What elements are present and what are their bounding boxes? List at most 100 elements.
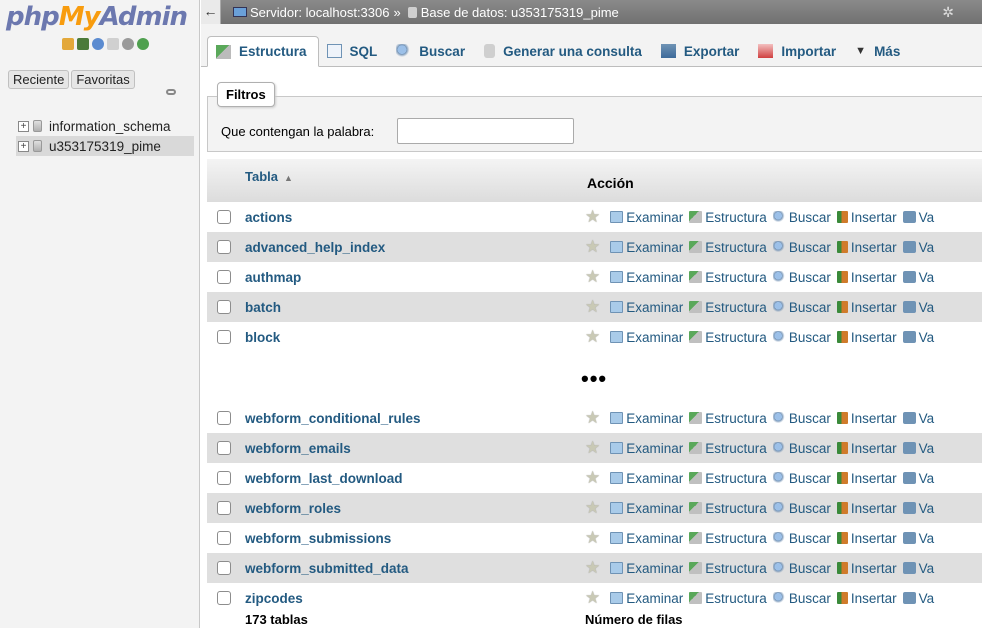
- empty-action[interactable]: Va: [902, 441, 934, 456]
- row-checkbox[interactable]: [217, 501, 231, 515]
- table-name-link[interactable]: advanced_help_index: [245, 240, 385, 255]
- insert-action[interactable]: Insertar: [836, 240, 897, 255]
- insert-action[interactable]: Insertar: [836, 471, 897, 486]
- structure-action[interactable]: Estructura: [689, 501, 767, 516]
- favorite-star-icon[interactable]: ★: [585, 237, 600, 257]
- tab-sql[interactable]: SQL: [319, 36, 389, 66]
- expand-icon[interactable]: +: [18, 120, 29, 132]
- table-name-link[interactable]: actions: [245, 210, 292, 225]
- favorite-star-icon[interactable]: ★: [585, 207, 600, 227]
- browse-action[interactable]: Examinar: [610, 270, 683, 285]
- favorite-star-icon[interactable]: ★: [585, 558, 600, 578]
- search-action[interactable]: Buscar: [772, 240, 831, 255]
- info-icon[interactable]: [92, 38, 104, 50]
- db-name[interactable]: u353175319_pime: [49, 139, 161, 154]
- insert-action[interactable]: Insertar: [836, 270, 897, 285]
- search-action[interactable]: Buscar: [772, 330, 831, 345]
- table-name-link[interactable]: block: [245, 330, 280, 345]
- db-item-information-schema[interactable]: + information_schema: [18, 116, 171, 136]
- breadcrumb-database[interactable]: Base de datos: u353175319_pime: [421, 5, 619, 20]
- favorite-star-icon[interactable]: ★: [585, 468, 600, 488]
- tab-generar-consulta[interactable]: Generar una consulta: [476, 36, 653, 66]
- structure-action[interactable]: Estructura: [689, 471, 767, 486]
- favorite-star-icon[interactable]: ★: [585, 528, 600, 548]
- tab-buscar[interactable]: Buscar: [388, 36, 476, 66]
- search-action[interactable]: Buscar: [772, 471, 831, 486]
- browse-action[interactable]: Examinar: [610, 330, 683, 345]
- favorite-star-icon[interactable]: ★: [585, 327, 600, 347]
- browse-action[interactable]: Examinar: [610, 561, 683, 576]
- insert-action[interactable]: Insertar: [836, 300, 897, 315]
- structure-action[interactable]: Estructura: [689, 240, 767, 255]
- insert-action[interactable]: Insertar: [836, 441, 897, 456]
- expand-icon[interactable]: +: [18, 140, 29, 152]
- row-checkbox[interactable]: [217, 561, 231, 575]
- empty-action[interactable]: Va: [902, 471, 934, 486]
- insert-action[interactable]: Insertar: [836, 561, 897, 576]
- row-checkbox[interactable]: [217, 300, 231, 314]
- table-name-link[interactable]: batch: [245, 300, 281, 315]
- recent-button[interactable]: Reciente: [8, 70, 70, 89]
- search-action[interactable]: Buscar: [772, 591, 831, 606]
- row-checkbox[interactable]: [217, 531, 231, 545]
- table-name-link[interactable]: webform_submitted_data: [245, 561, 409, 576]
- insert-action[interactable]: Insertar: [836, 330, 897, 345]
- breadcrumb-server[interactable]: Servidor: localhost:3306: [250, 5, 389, 20]
- structure-action[interactable]: Estructura: [689, 441, 767, 456]
- empty-action[interactable]: Va: [902, 270, 934, 285]
- insert-action[interactable]: Insertar: [836, 210, 897, 225]
- database-icon[interactable]: [77, 38, 89, 50]
- table-name-link[interactable]: authmap: [245, 270, 301, 285]
- docs-icon[interactable]: [107, 38, 119, 50]
- search-action[interactable]: Buscar: [772, 300, 831, 315]
- search-action[interactable]: Buscar: [772, 531, 831, 546]
- empty-action[interactable]: Va: [902, 330, 934, 345]
- browse-action[interactable]: Examinar: [610, 591, 683, 606]
- favorite-star-icon[interactable]: ★: [585, 408, 600, 428]
- structure-action[interactable]: Estructura: [689, 270, 767, 285]
- browse-action[interactable]: Examinar: [610, 240, 683, 255]
- link-icon[interactable]: [166, 89, 176, 95]
- insert-action[interactable]: Insertar: [836, 531, 897, 546]
- empty-action[interactable]: Va: [902, 561, 934, 576]
- search-action[interactable]: Buscar: [772, 210, 831, 225]
- table-name-link[interactable]: webform_roles: [245, 501, 341, 516]
- empty-action[interactable]: Va: [902, 591, 934, 606]
- empty-action[interactable]: Va: [902, 240, 934, 255]
- empty-action[interactable]: Va: [902, 300, 934, 315]
- tab-importar[interactable]: Importar: [750, 36, 847, 66]
- structure-action[interactable]: Estructura: [689, 531, 767, 546]
- tab-estructura[interactable]: Estructura: [207, 36, 319, 67]
- structure-action[interactable]: Estructura: [689, 561, 767, 576]
- structure-action[interactable]: Estructura: [689, 591, 767, 606]
- column-header-tabla[interactable]: Tabla ▲: [245, 169, 293, 184]
- favorites-button[interactable]: Favoritas: [71, 70, 135, 89]
- db-item-u353175319-pime[interactable]: + u353175319_pime: [16, 136, 194, 156]
- empty-action[interactable]: Va: [902, 210, 934, 225]
- empty-action[interactable]: Va: [902, 501, 934, 516]
- structure-action[interactable]: Estructura: [689, 210, 767, 225]
- reload-icon[interactable]: [137, 38, 149, 50]
- search-action[interactable]: Buscar: [772, 411, 831, 426]
- browse-action[interactable]: Examinar: [610, 471, 683, 486]
- structure-action[interactable]: Estructura: [689, 330, 767, 345]
- tab-mas[interactable]: ▼ Más: [847, 36, 911, 66]
- search-action[interactable]: Buscar: [772, 270, 831, 285]
- insert-action[interactable]: Insertar: [836, 501, 897, 516]
- search-action[interactable]: Buscar: [772, 561, 831, 576]
- favorite-star-icon[interactable]: ★: [585, 267, 600, 287]
- table-name-link[interactable]: webform_emails: [245, 441, 351, 456]
- browse-action[interactable]: Examinar: [610, 411, 683, 426]
- search-action[interactable]: Buscar: [772, 501, 831, 516]
- db-name[interactable]: information_schema: [49, 119, 171, 134]
- empty-action[interactable]: Va: [902, 531, 934, 546]
- structure-action[interactable]: Estructura: [689, 300, 767, 315]
- browse-action[interactable]: Examinar: [610, 300, 683, 315]
- row-checkbox[interactable]: [217, 441, 231, 455]
- browse-action[interactable]: Examinar: [610, 441, 683, 456]
- row-checkbox[interactable]: [217, 270, 231, 284]
- insert-action[interactable]: Insertar: [836, 411, 897, 426]
- row-checkbox[interactable]: [217, 330, 231, 344]
- empty-action[interactable]: Va: [902, 411, 934, 426]
- filter-input[interactable]: [397, 118, 574, 144]
